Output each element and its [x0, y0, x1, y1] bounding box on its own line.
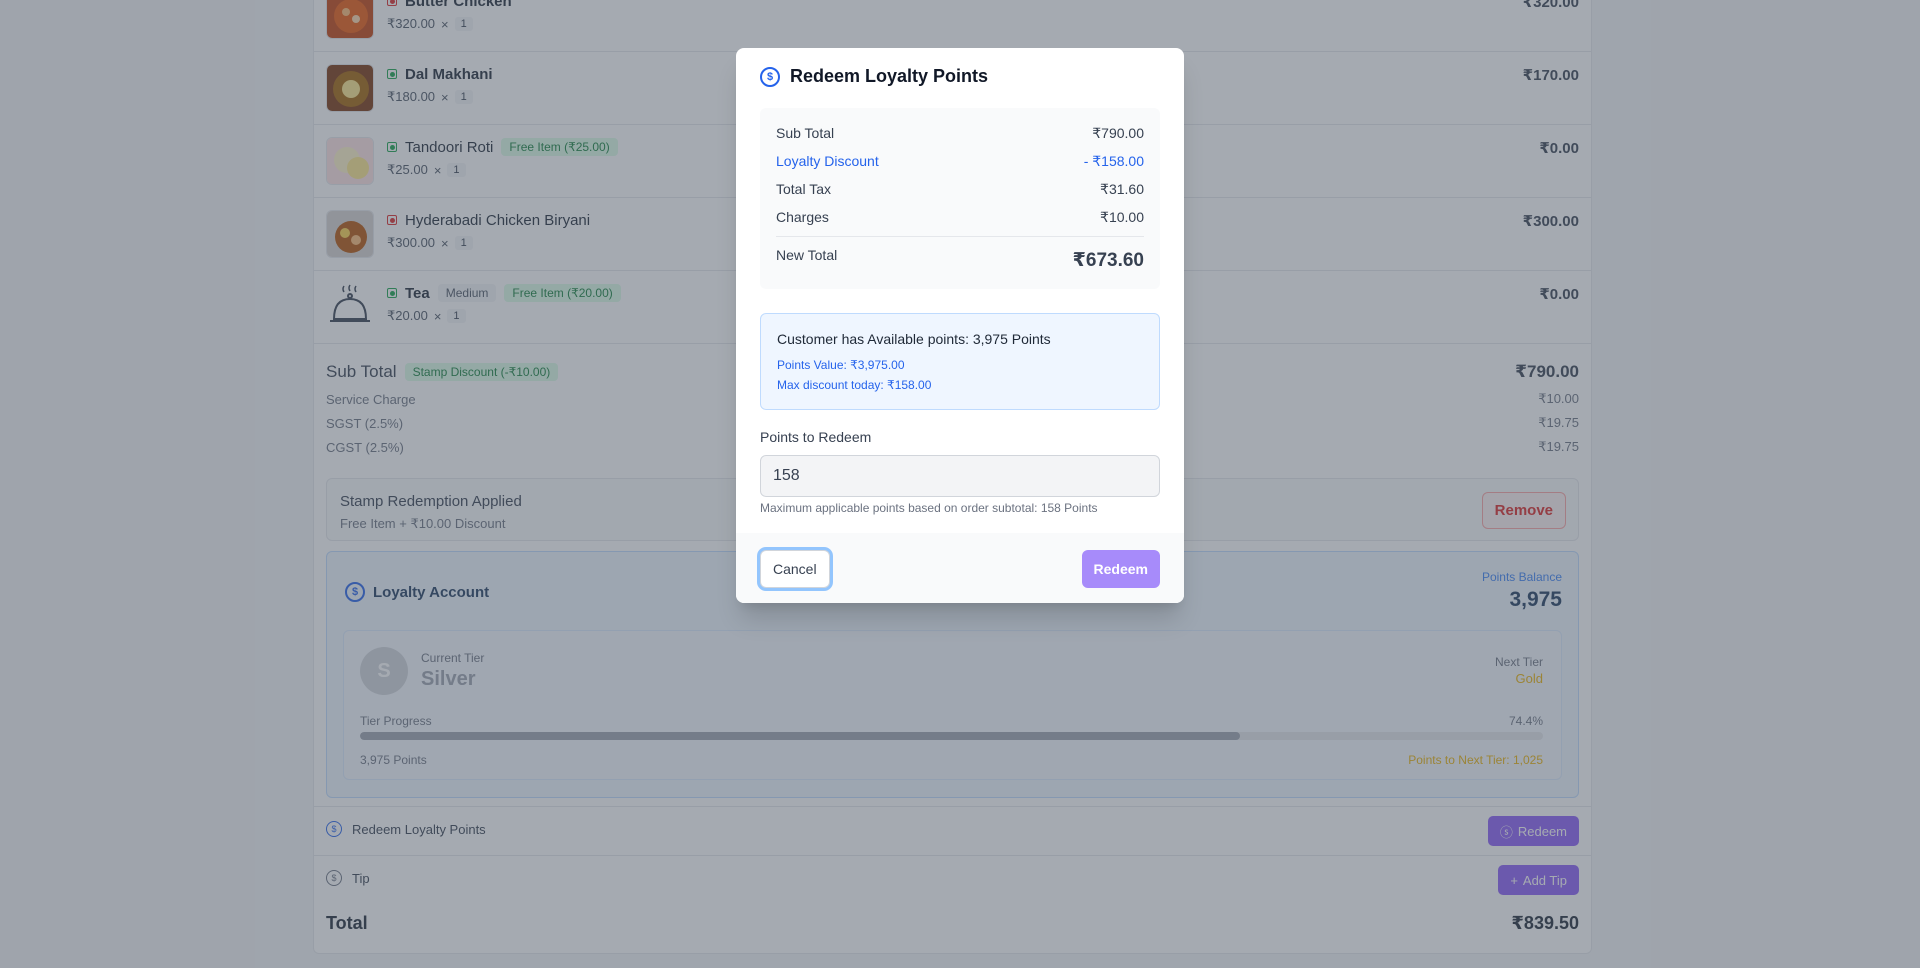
- summary-charges-label: Charges: [776, 209, 829, 225]
- summary-charges-value: ₹10.00: [1100, 209, 1144, 225]
- redemption-summary: Sub Total ₹790.00 Loyalty Discount - ₹15…: [760, 108, 1160, 289]
- summary-new-total-row: New Total ₹673.60: [776, 247, 1144, 272]
- dialog-title: Redeem Loyalty Points: [790, 66, 989, 86]
- summary-discount-label: Loyalty Discount: [776, 153, 879, 169]
- redeem-points-dialog: $ Redeem Loyalty Points Sub Total ₹790.0…: [736, 48, 1184, 603]
- summary-tax-label: Total Tax: [776, 181, 831, 197]
- redeem-button[interactable]: Redeem: [1081, 550, 1160, 588]
- summary-discount-value: - ₹158.00: [1083, 153, 1144, 169]
- dollar-icon: $: [760, 66, 780, 87]
- summary-subtotal-row: Sub Total ₹790.00: [776, 125, 1144, 142]
- summary-discount-row: Loyalty Discount - ₹158.00: [776, 153, 1144, 170]
- points-to-redeem-label: Points to Redeem: [760, 429, 872, 445]
- new-total-value: ₹673.60: [1072, 250, 1144, 271]
- max-discount-text: Max discount today: ₹158.00: [777, 378, 932, 392]
- summary-tax-value: ₹31.60: [1100, 181, 1144, 197]
- points-help-text: Maximum applicable points based on order…: [760, 501, 1098, 515]
- summary-subtotal-label: Sub Total: [776, 125, 835, 141]
- points-value-text: Points Value: ₹3,975.00: [777, 358, 905, 372]
- cancel-button[interactable]: Cancel: [760, 550, 830, 588]
- summary-divider: [776, 236, 1144, 237]
- new-total-label: New Total: [776, 247, 838, 263]
- dialog-footer: Cancel Redeem: [736, 533, 1184, 603]
- summary-subtotal-value: ₹790.00: [1092, 125, 1144, 141]
- summary-charges-row: Charges ₹10.00: [776, 209, 1144, 226]
- points-to-redeem-input[interactable]: [760, 455, 1160, 497]
- available-points-heading: Customer has Available points: 3,975 Poi…: [777, 331, 1051, 347]
- summary-tax-row: Total Tax ₹31.60: [776, 181, 1144, 198]
- available-points-info: Customer has Available points: 3,975 Poi…: [760, 313, 1160, 410]
